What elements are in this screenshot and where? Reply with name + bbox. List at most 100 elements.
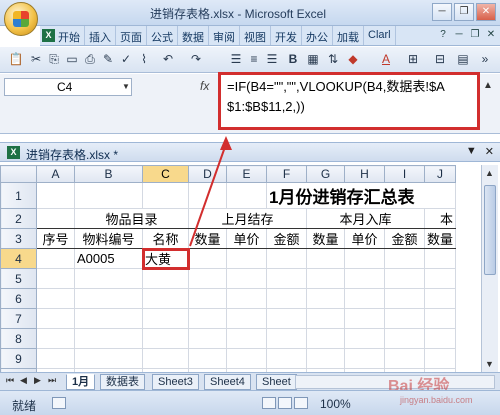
table-icon[interactable]: ▤: [455, 51, 471, 67]
tab-addins[interactable]: 加载: [333, 26, 364, 45]
redo-icon[interactable]: ↷: [188, 51, 204, 67]
cut-icon[interactable]: ✂: [28, 51, 44, 67]
row-header-5[interactable]: 5: [0, 268, 37, 289]
ribbon-minimize-icon[interactable]: ─: [452, 28, 466, 42]
align-left-icon[interactable]: ☰: [228, 51, 244, 67]
next-sheet-icon[interactable]: ▶: [34, 375, 41, 386]
borders-icon[interactable]: ⊞: [405, 51, 421, 67]
header-price2[interactable]: 单价: [344, 228, 385, 249]
header-seq[interactable]: 序号: [36, 228, 75, 249]
column-header-f[interactable]: F: [266, 165, 307, 183]
cell-b4[interactable]: A0005: [74, 248, 143, 269]
close-icon[interactable]: ✕: [476, 3, 496, 21]
column-header-b[interactable]: B: [74, 165, 143, 183]
font-color-icon[interactable]: A: [378, 51, 394, 67]
row-header-2[interactable]: 2: [0, 208, 37, 229]
zoom-level[interactable]: 100%: [320, 397, 351, 411]
normal-view-icon[interactable]: [262, 397, 276, 409]
page-layout-view-icon[interactable]: [278, 397, 292, 409]
last-sheet-icon[interactable]: ⏭: [48, 375, 56, 386]
header-code[interactable]: 物料编号: [74, 228, 143, 249]
workbook-close-icon[interactable]: ✕: [485, 145, 494, 158]
name-box-dropdown-icon[interactable]: ▼: [122, 82, 130, 91]
column-header-a[interactable]: A: [36, 165, 75, 183]
group-header-this-month-in[interactable]: 本月入库: [306, 208, 425, 229]
row-header-7[interactable]: 7: [0, 308, 37, 329]
column-header-g[interactable]: G: [306, 165, 345, 183]
tab-office[interactable]: 办公: [302, 26, 333, 45]
column-header-c[interactable]: C: [142, 165, 189, 183]
print-icon[interactable]: ⎙: [82, 51, 98, 67]
row-header-1[interactable]: 1: [0, 182, 37, 209]
header-name[interactable]: 名称: [142, 228, 189, 249]
report-title[interactable]: 1月份进销存汇总表: [265, 182, 457, 209]
sheet-tab-sheet4[interactable]: Sheet4: [204, 374, 251, 390]
undo-icon[interactable]: ↶: [160, 51, 176, 67]
formula-input[interactable]: =IF(B4="","",VLOOKUP(B4,数据表!$A$1:$B$11,2…: [218, 72, 480, 130]
fill-color-icon[interactable]: ◆: [345, 51, 361, 67]
first-sheet-icon[interactable]: ⏮: [6, 375, 14, 386]
header-price1[interactable]: 单价: [226, 228, 267, 249]
vertical-scrollbar[interactable]: ▲ ▼: [481, 165, 498, 372]
workbook-dropdown-icon[interactable]: ▼: [466, 145, 477, 158]
format-painter-icon[interactable]: ✎: [100, 51, 116, 67]
header-amount2[interactable]: 金额: [384, 228, 425, 249]
row-header-3[interactable]: 3: [0, 228, 37, 249]
select-all-corner[interactable]: [0, 165, 37, 183]
name-box[interactable]: C4: [4, 78, 132, 96]
minimize-icon[interactable]: ─: [432, 3, 452, 21]
ribbon-restore-icon[interactable]: ❐: [468, 28, 482, 42]
row-header-6[interactable]: 6: [0, 288, 37, 309]
row-header-9[interactable]: 9: [0, 348, 37, 369]
tab-insert[interactable]: 插入: [85, 26, 116, 45]
header-qty3[interactable]: 数量: [423, 228, 457, 249]
scroll-up-icon[interactable]: ▲: [485, 168, 494, 178]
column-header-d[interactable]: D: [188, 165, 227, 183]
align-center-icon[interactable]: ≡: [246, 51, 262, 67]
header-qty1[interactable]: 数量: [188, 228, 227, 249]
header-amount1[interactable]: 金额: [266, 228, 307, 249]
group-header-catalog[interactable]: 物品目录: [74, 208, 189, 229]
help-icon[interactable]: ?: [436, 28, 450, 42]
ribbon-close-icon[interactable]: ✕: [484, 28, 498, 42]
macro-record-icon[interactable]: [52, 397, 66, 409]
column-header-j[interactable]: J: [423, 165, 457, 183]
group-header-cut[interactable]: 本: [423, 208, 457, 229]
restore-icon[interactable]: ❐: [454, 3, 474, 21]
sheet-tab-1[interactable]: 1月: [66, 374, 96, 390]
prev-sheet-icon[interactable]: ◀: [20, 375, 27, 386]
brush-icon[interactable]: ⌇: [136, 51, 152, 67]
row-header-4[interactable]: 4: [0, 248, 37, 269]
tab-review[interactable]: 审阅: [209, 26, 240, 45]
scroll-thumb[interactable]: [484, 185, 496, 275]
page-break-view-icon[interactable]: [294, 397, 308, 409]
column-header-e[interactable]: E: [226, 165, 267, 183]
column-header-i[interactable]: I: [384, 165, 425, 183]
tab-data[interactable]: 数据: [178, 26, 209, 45]
formula-collapse-icon[interactable]: ▲: [483, 80, 493, 91]
office-button[interactable]: [4, 2, 38, 36]
column-header-h[interactable]: H: [344, 165, 385, 183]
fx-icon[interactable]: fx: [200, 79, 209, 93]
tab-formulas[interactable]: 公式: [147, 26, 178, 45]
sort-icon[interactable]: ⇅: [325, 51, 341, 67]
tab-home[interactable]: X 开始: [40, 26, 85, 45]
paste-icon[interactable]: 📋: [8, 51, 24, 67]
copy-icon[interactable]: ⎘: [46, 51, 62, 67]
header-qty2[interactable]: 数量: [306, 228, 345, 249]
scroll-down-icon[interactable]: ▼: [485, 359, 494, 369]
align-right-icon[interactable]: ☰: [264, 51, 280, 67]
tab-clarl[interactable]: Clarl: [364, 26, 396, 45]
check-icon[interactable]: ✓: [118, 51, 134, 67]
sheet-tab-sheet3[interactable]: Sheet3: [152, 374, 199, 390]
grid-icon[interactable]: ▦: [305, 51, 321, 67]
cell-c4-selected[interactable]: 大黄: [141, 247, 190, 270]
group-header-last-month[interactable]: 上月结存: [188, 208, 307, 229]
more-icon[interactable]: »: [477, 51, 493, 67]
tab-view[interactable]: 视图: [240, 26, 271, 45]
sheet-tab-sheet5[interactable]: Sheet: [256, 374, 297, 390]
tab-page-layout[interactable]: 页面: [116, 26, 147, 45]
row-header-8[interactable]: 8: [0, 328, 37, 349]
merge-icon[interactable]: ⊟: [432, 51, 448, 67]
tab-developer[interactable]: 开发: [271, 26, 302, 45]
